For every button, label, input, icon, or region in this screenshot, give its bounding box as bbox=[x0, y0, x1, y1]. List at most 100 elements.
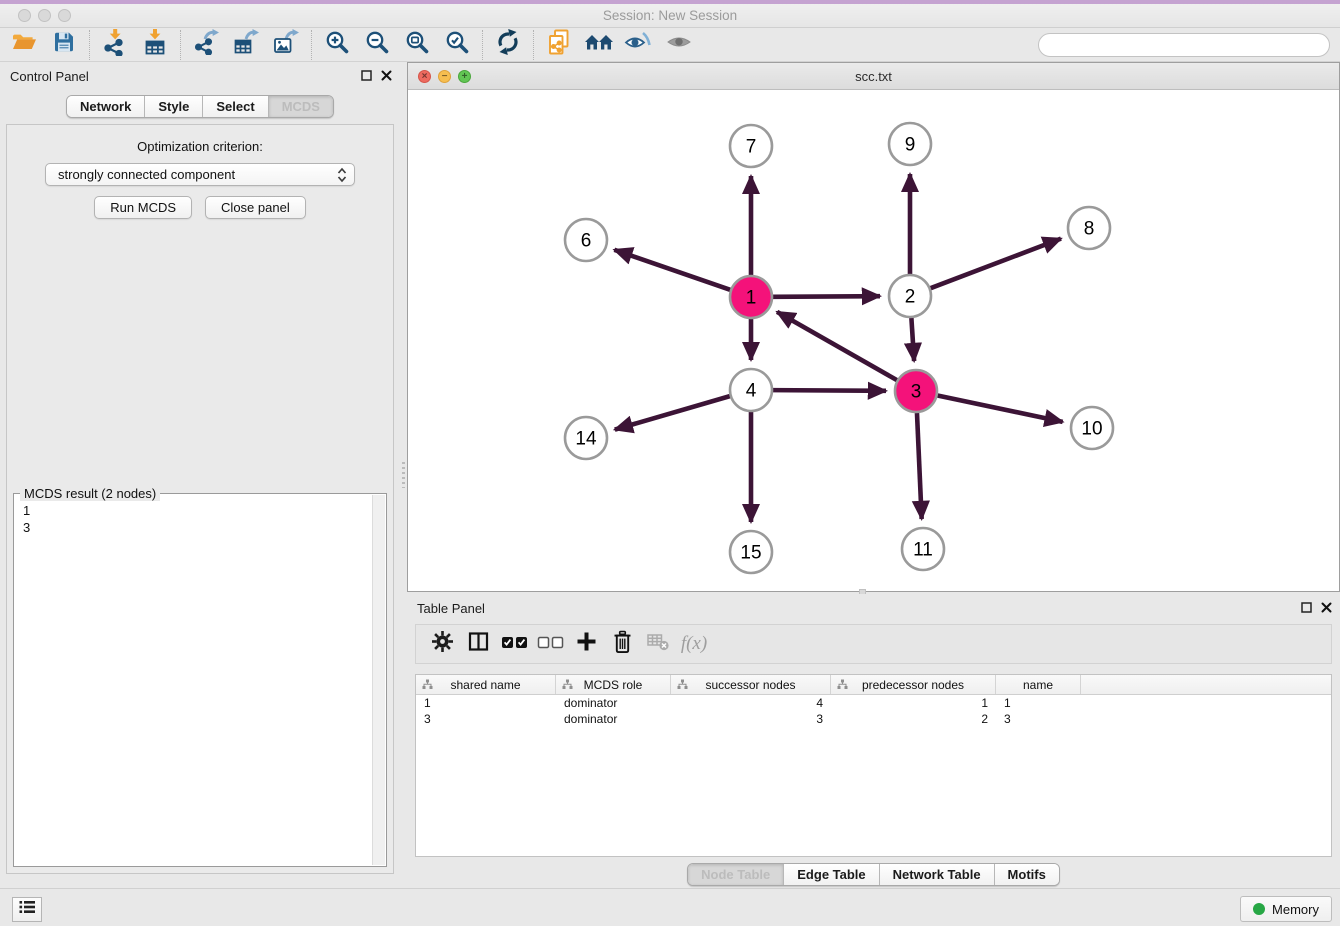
close-table-panel-icon[interactable] bbox=[1320, 601, 1332, 613]
zoom-in-icon bbox=[325, 30, 350, 60]
graph-node-15[interactable]: 15 bbox=[730, 531, 772, 573]
edge-2-8[interactable] bbox=[931, 239, 1061, 289]
graph-node-10[interactable]: 10 bbox=[1071, 407, 1113, 449]
hide-selected-button[interactable] bbox=[619, 29, 659, 61]
graph-node-4[interactable]: 4 bbox=[730, 369, 772, 411]
network-window-titlebar[interactable]: × − + scc.txt bbox=[408, 63, 1339, 90]
save-session-button[interactable] bbox=[44, 29, 84, 61]
column-header-name[interactable]: name bbox=[996, 675, 1081, 694]
edge-1-2[interactable] bbox=[773, 296, 880, 297]
first-neighbors-button[interactable] bbox=[579, 29, 619, 61]
tab-style[interactable]: Style bbox=[145, 96, 203, 117]
svg-text:1: 1 bbox=[746, 288, 757, 309]
table-settings-button[interactable] bbox=[424, 629, 460, 659]
optimization-criterion-dropdown[interactable]: strongly connected component bbox=[45, 163, 355, 186]
edge-3-1[interactable] bbox=[777, 312, 897, 380]
import-network-button[interactable] bbox=[95, 29, 135, 61]
fx-icon: f(x) bbox=[681, 633, 707, 655]
table-cell[interactable]: dominator bbox=[556, 712, 671, 726]
zoom-fit-button[interactable] bbox=[397, 29, 437, 61]
zoom-out-button[interactable] bbox=[357, 29, 397, 61]
column-header-successor-nodes[interactable]: successor nodes bbox=[671, 675, 831, 694]
memory-button[interactable]: Memory bbox=[1240, 896, 1332, 922]
import-table-icon bbox=[143, 29, 167, 61]
float-table-panel-icon[interactable] bbox=[1300, 601, 1312, 613]
table-cell[interactable]: 3 bbox=[671, 712, 831, 726]
edge-1-6[interactable] bbox=[614, 250, 730, 290]
table-row[interactable]: 1dominator411 bbox=[416, 695, 1331, 711]
table-cell[interactable]: 3 bbox=[416, 712, 556, 726]
show-columns-button[interactable] bbox=[460, 629, 496, 659]
tab-mcds[interactable]: MCDS bbox=[269, 96, 333, 117]
graph-node-11[interactable]: 11 bbox=[902, 528, 944, 570]
window-title: Session: New Session bbox=[0, 8, 1340, 23]
edge-4-3[interactable] bbox=[773, 390, 886, 391]
table-cell[interactable]: 1 bbox=[831, 696, 996, 710]
refresh-icon bbox=[495, 29, 521, 60]
table-cell[interactable]: 4 bbox=[671, 696, 831, 710]
svg-text:2: 2 bbox=[905, 287, 916, 308]
delete-table-button[interactable] bbox=[640, 629, 676, 659]
graph-node-6[interactable]: 6 bbox=[565, 219, 607, 261]
clone-network-button[interactable] bbox=[539, 29, 579, 61]
table-cell[interactable]: 1 bbox=[416, 696, 556, 710]
tab-select[interactable]: Select bbox=[203, 96, 268, 117]
table-cell[interactable]: 1 bbox=[996, 696, 1081, 710]
table-cell[interactable]: dominator bbox=[556, 696, 671, 710]
tree-icon bbox=[422, 679, 433, 693]
close-panel-button[interactable]: Close panel bbox=[205, 196, 306, 219]
search-input[interactable] bbox=[1038, 33, 1330, 57]
select-all-button[interactable] bbox=[496, 629, 532, 659]
table-cell[interactable]: 2 bbox=[831, 712, 996, 726]
tab-motifs[interactable]: Motifs bbox=[995, 864, 1059, 885]
mcds-result-text: 1 3 bbox=[14, 498, 372, 864]
table-row[interactable]: 3dominator323 bbox=[416, 711, 1331, 727]
delete-entry-button[interactable] bbox=[604, 629, 640, 659]
export-image-button[interactable] bbox=[266, 29, 306, 61]
deselect-all-icon bbox=[537, 634, 564, 655]
add-entry-button[interactable] bbox=[568, 629, 604, 659]
network-canvas[interactable]: 7 9 6 8 1 2 4 3 14 10 15 11 bbox=[408, 90, 1339, 591]
edge-3-10[interactable] bbox=[938, 396, 1063, 422]
table-panel-tabs: Node TableEdge TableNetwork TableMotifs bbox=[687, 863, 1060, 886]
graph-node-1[interactable]: 1 bbox=[730, 276, 772, 318]
float-panel-icon[interactable] bbox=[360, 69, 372, 81]
zoom-in-button[interactable] bbox=[317, 29, 357, 61]
run-mcds-button[interactable]: Run MCDS bbox=[94, 196, 192, 219]
node-table[interactable]: shared nameMCDS rolesuccessor nodesprede… bbox=[415, 674, 1332, 857]
svg-text:14: 14 bbox=[575, 429, 597, 450]
status-bar: Memory bbox=[0, 888, 1340, 926]
edge-3-11[interactable] bbox=[917, 413, 922, 519]
import-table-button[interactable] bbox=[135, 29, 175, 61]
show-all-button[interactable] bbox=[659, 29, 699, 61]
deselect-all-button[interactable] bbox=[532, 629, 568, 659]
function-builder-button[interactable]: f(x) bbox=[676, 629, 712, 659]
graph-node-9[interactable]: 9 bbox=[889, 123, 931, 165]
column-header-mcds-role[interactable]: MCDS role bbox=[556, 675, 671, 694]
tab-node-table[interactable]: Node Table bbox=[688, 864, 784, 885]
clone-network-icon bbox=[546, 29, 572, 60]
vertical-splitter[interactable] bbox=[400, 62, 407, 880]
tab-edge-table[interactable]: Edge Table bbox=[784, 864, 879, 885]
graph-node-2[interactable]: 2 bbox=[889, 275, 931, 317]
graph-node-3[interactable]: 3 bbox=[895, 370, 937, 412]
column-header-predecessor-nodes[interactable]: predecessor nodes bbox=[831, 675, 996, 694]
task-history-button[interactable] bbox=[12, 897, 42, 922]
table-cell[interactable]: 3 bbox=[996, 712, 1081, 726]
column-header-shared-name[interactable]: shared name bbox=[416, 675, 556, 694]
edge-4-14[interactable] bbox=[615, 396, 730, 429]
export-network-button[interactable] bbox=[186, 29, 226, 61]
close-panel-icon[interactable] bbox=[380, 69, 392, 81]
edge-2-3[interactable] bbox=[911, 318, 914, 361]
refresh-layout-button[interactable] bbox=[488, 29, 528, 61]
result-scrollbar[interactable] bbox=[372, 495, 385, 865]
export-table-button[interactable] bbox=[226, 29, 266, 61]
open-session-button[interactable] bbox=[4, 29, 44, 61]
tab-network-table[interactable]: Network Table bbox=[880, 864, 995, 885]
delete-table-icon bbox=[646, 631, 670, 657]
zoom-selected-button[interactable] bbox=[437, 29, 477, 61]
graph-node-8[interactable]: 8 bbox=[1068, 207, 1110, 249]
graph-node-7[interactable]: 7 bbox=[730, 125, 772, 167]
graph-node-14[interactable]: 14 bbox=[565, 417, 607, 459]
tab-network[interactable]: Network bbox=[67, 96, 145, 117]
